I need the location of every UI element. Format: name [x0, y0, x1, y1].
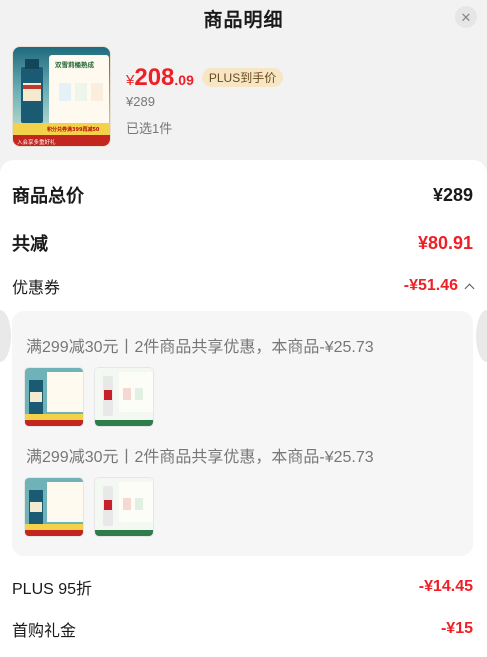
- thumb-footer: 入会享多重好礼: [17, 138, 56, 146]
- coupon-product-thumb[interactable]: [24, 477, 84, 537]
- coupon-item-text: 满299减30元丨2件商品共享优惠，本商品-¥25.73: [26, 339, 374, 356]
- coupon-product-thumb[interactable]: [24, 367, 84, 427]
- chevron-up-icon[interactable]: [464, 283, 475, 293]
- plus-discount-value: -¥14.45: [418, 578, 473, 595]
- plus-price-badge: PLUS到手价: [201, 68, 284, 87]
- header: 商品明细 ✕: [0, 0, 487, 36]
- coupon-item-text: 满299减30元丨2件商品共享优惠，本商品-¥25.73: [26, 449, 374, 466]
- coupon-label: 优惠券: [12, 280, 61, 297]
- coupon-product-thumb[interactable]: [94, 367, 154, 427]
- total-price-label: 商品总价: [12, 186, 84, 206]
- total-price-value: ¥289: [432, 184, 473, 205]
- price-currency: ¥: [126, 72, 135, 89]
- right-edge-decoration: [476, 310, 487, 362]
- price-decimal: .09: [174, 72, 194, 88]
- product-summary: DIAGEO 双雪莉桶熟成 积分兑券满399再减50 入会享多重好礼 ¥ 208…: [0, 36, 487, 160]
- plus-discount-row: PLUS 95折 -¥14.45: [12, 575, 473, 599]
- coupon-detail-box: 满299减30元丨2件商品共享优惠，本商品-¥25.73 满299减30元丨2件…: [12, 311, 473, 556]
- total-discount-value: ¥80.91: [417, 232, 473, 253]
- left-edge-decoration: [0, 310, 11, 362]
- first-purchase-label: 首购礼金: [12, 623, 77, 640]
- first-purchase-value: -¥15: [440, 620, 473, 637]
- plus-price: ¥ 208 .09 PLUS到手价: [126, 64, 284, 92]
- thumb-headline: 双雪莉桶熟成: [55, 60, 95, 69]
- close-icon: ✕: [460, 9, 472, 25]
- selected-count: 已选1件: [126, 121, 173, 136]
- thumb-brand-text: DIAGEO: [53, 55, 69, 60]
- coupon-row[interactable]: 优惠券 -¥51.46: [12, 274, 475, 298]
- total-discount-row: 共减 ¥80.91: [12, 230, 473, 256]
- thumb-promo: 积分兑券满399再减50: [47, 126, 100, 133]
- price-integer: 208: [134, 64, 175, 91]
- first-purchase-row: 首购礼金 -¥15: [12, 617, 473, 641]
- close-button[interactable]: ✕: [455, 6, 477, 28]
- coupon-value: -¥51.46: [403, 277, 458, 294]
- total-discount-label: 共减: [12, 234, 48, 254]
- product-thumbnail[interactable]: DIAGEO 双雪莉桶熟成 积分兑券满399再减50 入会享多重好礼: [12, 46, 111, 147]
- coupon-product-thumb[interactable]: [94, 477, 154, 537]
- page-title: 商品明细: [203, 9, 284, 31]
- plus-discount-label: PLUS 95折: [12, 581, 93, 598]
- total-price-row: 商品总价 ¥289: [12, 182, 473, 208]
- original-price: ¥289: [126, 94, 155, 109]
- price-detail-panel: 商品总价 ¥289 共减 ¥80.91 优惠券 -¥51.46 满299减30元…: [0, 160, 487, 657]
